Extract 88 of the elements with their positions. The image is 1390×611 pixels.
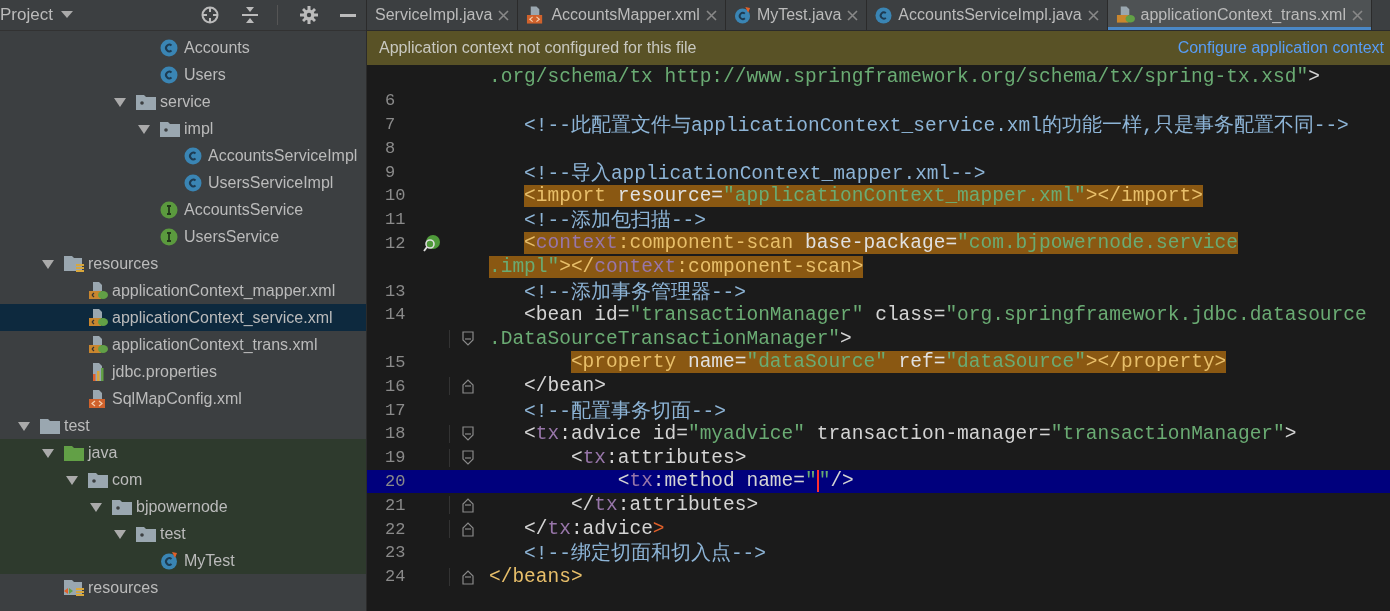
tree-item[interactable]: service bbox=[0, 88, 366, 115]
close-icon[interactable] bbox=[1087, 9, 1099, 21]
line-number: 14 bbox=[385, 305, 406, 325]
expand-arrow-icon[interactable] bbox=[18, 419, 30, 432]
tree-item[interactable]: Accounts bbox=[0, 34, 366, 61]
line-number: 8 bbox=[385, 138, 396, 158]
dropdown-caret-icon[interactable] bbox=[60, 11, 73, 19]
line-number: 21 bbox=[385, 495, 406, 515]
tree-item[interactable]: applicationContext_service.xml bbox=[0, 304, 366, 331]
expand-arrow-icon[interactable] bbox=[42, 446, 54, 459]
minimize-icon[interactable] bbox=[340, 13, 356, 17]
line-number: 12 bbox=[385, 233, 406, 253]
fold-marker-icon[interactable] bbox=[460, 377, 476, 396]
expand-arrow-icon[interactable] bbox=[114, 527, 126, 540]
tree-item[interactable]: jdbc.properties bbox=[0, 358, 366, 385]
line-number: 13 bbox=[385, 281, 406, 301]
close-icon[interactable] bbox=[847, 9, 859, 21]
expand-arrow-icon[interactable] bbox=[114, 95, 126, 108]
tree-item[interactable]: resources bbox=[0, 574, 366, 601]
expand-arrow-icon[interactable] bbox=[90, 500, 102, 513]
tree-item[interactable]: UsersService bbox=[0, 223, 366, 250]
tree-item[interactable]: java bbox=[0, 439, 366, 466]
banner-message: Application context not configured for this file bbox=[379, 39, 697, 57]
code-line: </tx:attributes> bbox=[569, 494, 759, 517]
tree-item[interactable]: resources bbox=[0, 250, 366, 277]
tree-item[interactable]: test bbox=[0, 412, 366, 439]
tree-item[interactable]: AccountsService bbox=[0, 196, 366, 223]
line-number: 17 bbox=[385, 400, 406, 420]
tree-item[interactable]: bjpowernode bbox=[0, 493, 366, 520]
editor-tab[interactable]: AccountsMapper.xml bbox=[518, 0, 726, 30]
line-number: 23 bbox=[385, 543, 406, 563]
line-number: 9 bbox=[385, 162, 396, 182]
tree-item[interactable]: impl bbox=[0, 115, 366, 142]
code-line: <!--配置事务切面--> bbox=[523, 399, 727, 424]
tree-item[interactable]: com bbox=[0, 466, 366, 493]
code-line: <tx:attributes> bbox=[569, 446, 747, 469]
tree-item[interactable]: UsersServiceImpl bbox=[0, 169, 366, 196]
fold-marker-icon[interactable] bbox=[460, 424, 476, 443]
line-number: 20 bbox=[385, 471, 406, 491]
line-number: 19 bbox=[385, 448, 406, 468]
tree-item[interactable]: applicationContext_mapper.xml bbox=[0, 277, 366, 304]
code-line: <tx:method name=""/> bbox=[616, 470, 854, 493]
code-line: <!--绑定切面和切入点--> bbox=[523, 541, 767, 567]
tree-item[interactable]: test bbox=[0, 520, 366, 547]
fold-marker-icon[interactable] bbox=[460, 520, 476, 539]
editor-tab[interactable]: AccountsServiceImpl.java bbox=[867, 0, 1108, 30]
expand-arrow-icon[interactable] bbox=[42, 257, 54, 270]
tree-item[interactable]: AccountsServiceImpl bbox=[0, 142, 366, 169]
tree-item[interactable]: SqlMapConfig.xml bbox=[0, 385, 366, 412]
fold-marker-icon[interactable] bbox=[460, 329, 476, 348]
close-icon[interactable] bbox=[705, 9, 717, 21]
fold-marker-icon[interactable] bbox=[460, 496, 476, 515]
fold-marker-icon[interactable] bbox=[460, 448, 476, 467]
editor-tab[interactable]: MyTest.java bbox=[725, 0, 868, 30]
code-line: <!--添加包扫描--> bbox=[523, 208, 707, 234]
line-number: 16 bbox=[385, 376, 406, 396]
line-number: 24 bbox=[385, 567, 406, 587]
code-line: <!--导入applicationContext_mapper.xml--> bbox=[523, 161, 986, 186]
locate-icon[interactable] bbox=[201, 6, 219, 24]
expand-arrow-icon[interactable] bbox=[66, 473, 78, 486]
code-line: </beans> bbox=[488, 565, 583, 588]
line-number: 10 bbox=[385, 186, 406, 206]
line-number: 6 bbox=[385, 91, 396, 111]
editor-tab[interactable]: applicationContext_trans.xml bbox=[1107, 0, 1372, 30]
line-number: 18 bbox=[385, 424, 406, 444]
code-line: .org/schema/tx http://www.springframework.org/schema/tx/spring-tx.xsd"> bbox=[488, 65, 1320, 88]
tree-item[interactable]: Users bbox=[0, 61, 366, 88]
configure-link[interactable]: Configure application context bbox=[1177, 39, 1384, 57]
bean-gutter-icon[interactable] bbox=[423, 234, 441, 253]
code-line: <!--此配置文件与applicationContext_service.xml的功能一样,只是事务配置不同--> bbox=[523, 113, 1349, 138]
line-number: 22 bbox=[385, 519, 406, 539]
tree-item[interactable]: applicationContext_trans.xml bbox=[0, 331, 366, 358]
panel-title[interactable]: Project bbox=[0, 5, 53, 25]
code-line: </tx:advice> bbox=[523, 518, 665, 541]
code-line: <bean id="transactionManager" class="org.springframework.jdbc.datasource bbox=[523, 303, 1367, 326]
code-line: </bean> bbox=[523, 375, 607, 398]
expand-arrow-icon[interactable] bbox=[138, 122, 150, 135]
line-number: 7 bbox=[385, 115, 396, 134]
code-line: <tx:advice id="myadvice" transaction-manager="transactionManager"> bbox=[523, 422, 1297, 445]
editor-tab[interactable]: ServiceImpl.java bbox=[367, 0, 519, 30]
code-line: <!--添加事务管理器--> bbox=[523, 280, 747, 305]
line-number: 15 bbox=[385, 352, 406, 372]
tree-item[interactable]: MyTest bbox=[0, 547, 366, 574]
line-number: 11 bbox=[385, 210, 406, 230]
collapse-all-icon[interactable] bbox=[241, 6, 259, 24]
close-icon[interactable] bbox=[498, 9, 510, 21]
code-line: .DataSourceTransactionManager"> bbox=[488, 327, 852, 350]
settings-icon[interactable] bbox=[300, 6, 318, 24]
